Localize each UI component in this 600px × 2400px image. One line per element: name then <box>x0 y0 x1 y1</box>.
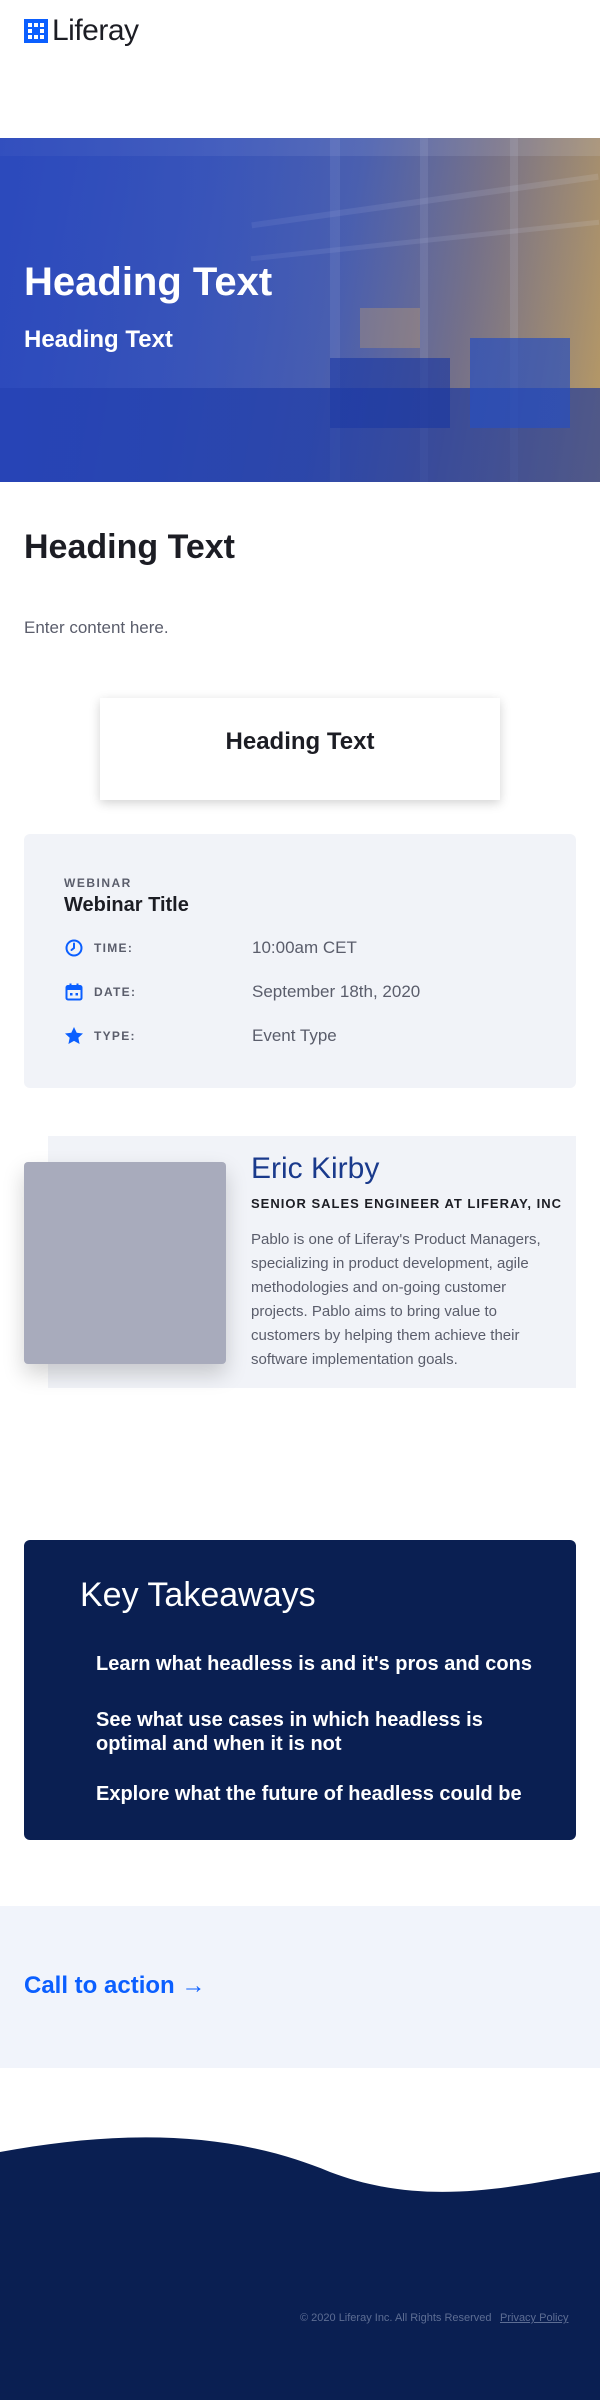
arrow-right-icon: → <box>181 1972 206 1999</box>
date-value: September 18th, 2020 <box>252 982 421 1001</box>
liferay-logo[interactable]: Liferay <box>24 14 139 48</box>
takeaways-title: Key Takeaways <box>80 1576 316 1614</box>
content-text: Enter content here. <box>24 618 169 637</box>
speaker-name: Eric Kirby <box>251 1152 380 1185</box>
hero-banner: Heading Text Heading Text <box>0 138 600 482</box>
star-icon <box>64 1026 84 1046</box>
webinar-type-row: TYPE: Event Type <box>64 1024 544 1048</box>
type-label: TYPE: <box>94 1029 136 1043</box>
call-to-action-link[interactable]: Call to action → <box>24 1972 205 2000</box>
copyright-text: © 2020 Liferay Inc. All Rights Reserved <box>300 2312 492 2324</box>
speaker-role: SENIOR SALES ENGINEER AT LIFERAY, INC <box>251 1196 563 1211</box>
speaker-photo-placeholder <box>24 1162 226 1364</box>
time-value: 10:00am CET <box>252 938 357 957</box>
time-label: TIME: <box>94 941 134 955</box>
hero-subtitle: Heading Text <box>24 326 173 353</box>
webinar-date-row: DATE: September 18th, 2020 <box>64 980 544 1004</box>
webinar-kicker: WEBINAR <box>64 876 132 890</box>
footer-wave <box>0 2137 600 2400</box>
webinar-details-panel: WEBINAR Webinar Title TIME: 10:00am CET … <box>24 834 576 1088</box>
site-header: Liferay <box>0 0 600 60</box>
heading-card: Heading Text <box>100 698 500 800</box>
section-heading: Heading Text <box>24 528 235 566</box>
liferay-logo-icon <box>24 19 48 43</box>
takeaway-item: Explore what the future of headless coul… <box>96 1783 522 1805</box>
type-value: Event Type <box>252 1026 337 1045</box>
logo-text: Liferay <box>52 14 139 47</box>
calendar-icon <box>64 982 84 1002</box>
clock-icon <box>64 938 84 958</box>
webinar-title: Webinar Title <box>64 894 189 916</box>
date-label: DATE: <box>94 985 137 999</box>
cta-section: Call to action → <box>0 1906 600 2068</box>
hero-title: Heading Text <box>24 260 273 304</box>
site-footer <box>0 2130 600 2400</box>
key-takeaways-panel: Key Takeaways Learn what headless is and… <box>24 1540 576 1840</box>
takeaway-item: See what use cases in which headless is … <box>96 1709 483 1755</box>
takeaway-item: Learn what headless is and it's pros and… <box>96 1653 532 1675</box>
card-heading: Heading Text <box>225 728 375 755</box>
speaker-bio: Pablo is one of Liferay's Product Manage… <box>251 1231 541 1368</box>
privacy-policy-link[interactable]: Privacy Policy <box>500 2312 568 2324</box>
webinar-time-row: TIME: 10:00am CET <box>64 936 544 960</box>
cta-label: Call to action <box>24 1972 175 1999</box>
